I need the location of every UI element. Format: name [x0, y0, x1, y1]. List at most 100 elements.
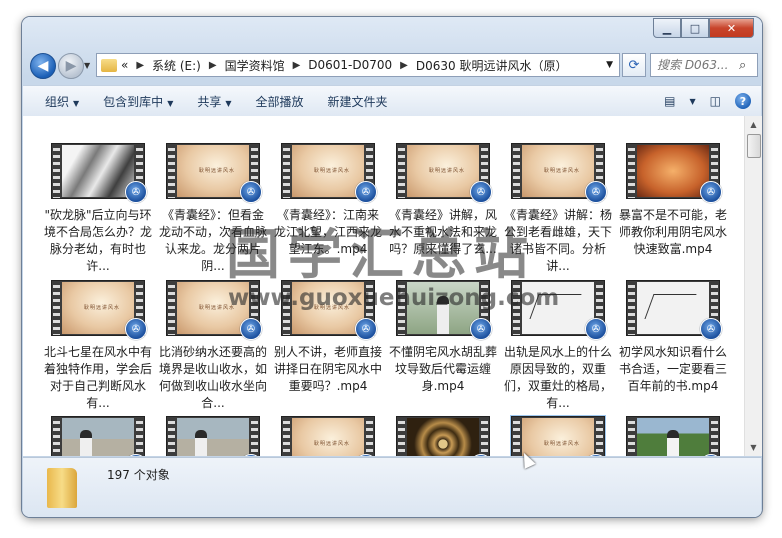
arrow-right-icon: ▶ — [65, 58, 77, 74]
scroll-down-icon[interactable]: ▼ — [745, 439, 762, 456]
file-tile[interactable]: 耿明远讲风水 ✇ 北斗七星在风水中有着独特作用，学会后对于自己判断风水有... — [44, 280, 152, 412]
person-figure — [80, 430, 92, 456]
video-thumbnail[interactable]: ✇ — [166, 416, 262, 456]
video-thumbnail[interactable]: ✇ — [51, 416, 147, 456]
thumbnail-frame: 耿明远讲风水 — [522, 418, 594, 456]
thumbnail-frame: 耿明远讲风水 — [407, 145, 479, 197]
file-name: 出轨是风水上的什么原因导致的，双重们，双重灶的格局，有... — [504, 345, 612, 410]
video-thumbnail[interactable]: 耿明远讲风水✇ — [510, 415, 607, 456]
video-thumbnail[interactable]: ✇ — [51, 143, 147, 203]
video-thumbnail[interactable]: ✇ — [626, 143, 722, 203]
address-bar[interactable]: « ▶ 系统 (E:) ▶ 国学资料馆 ▶ D0601-D0700 ▶ D063… — [96, 53, 620, 77]
thumbnail-frame — [407, 418, 479, 456]
chevron-down-icon[interactable]: ▼ — [690, 97, 696, 106]
recent-pages-dropdown[interactable]: ▼ — [84, 61, 90, 70]
breadcrumb-drive[interactable]: 系统 (E:) — [152, 57, 201, 74]
file-tile[interactable]: ✇ — [389, 416, 497, 456]
media-player-icon: ✇ — [125, 181, 147, 203]
video-thumbnail[interactable]: 耿明远讲风水✇ — [166, 143, 262, 203]
thumbnail-frame: 耿明远讲风水 — [292, 418, 364, 456]
chevron-right-icon[interactable]: ▶ — [400, 60, 408, 71]
media-player-icon: ✇ — [700, 181, 722, 203]
thumbnail-caption: 耿明远讲风水 — [429, 168, 466, 174]
include-library-label: 包含到库中 — [103, 94, 164, 109]
video-thumbnail[interactable]: ✇ — [626, 416, 722, 456]
vertical-scrollbar[interactable]: ▲ ▼ — [744, 116, 762, 456]
chevron-right-icon[interactable]: ▶ — [136, 60, 144, 71]
file-name: 别人不讲，老师直接讲择日在阴宅风水中重要吗？.mp4 — [274, 345, 382, 393]
media-player-icon: ✇ — [470, 181, 492, 203]
folder-icon — [47, 468, 77, 508]
chevron-down-icon: ▼ — [167, 98, 174, 108]
person-figure — [667, 430, 679, 456]
file-tile[interactable]: ✇ 初学风水知识看什么书合适，一定要看三百年前的书.mp4 — [619, 280, 727, 395]
breadcrumb-library[interactable]: 国学资料馆 — [225, 57, 285, 74]
video-thumbnail[interactable]: 耿明远讲风水 ✇ — [511, 143, 607, 203]
chevron-down-icon[interactable]: ▼ — [606, 60, 613, 70]
scroll-up-icon[interactable]: ▲ — [745, 116, 762, 133]
file-tile[interactable]: 耿明远讲风水✇ — [504, 415, 612, 456]
video-thumbnail[interactable]: 耿明远讲风水✇ — [51, 280, 147, 340]
thumbnail-frame — [62, 145, 134, 197]
file-tile[interactable]: 耿明远讲风水✇ — [274, 416, 382, 456]
back-button[interactable]: ◀ — [30, 53, 56, 79]
video-thumbnail[interactable]: 耿明远讲风水 ✇ — [396, 143, 492, 203]
media-player-icon: ✇ — [240, 318, 262, 340]
media-player-icon: ✇ — [355, 181, 377, 203]
watermark-url: www.guoxuehuizong.com — [228, 285, 560, 311]
film-strip-icon: 耿明远讲风水 — [281, 416, 375, 456]
file-tile[interactable]: ✇ — [159, 416, 267, 456]
chevron-right-icon[interactable]: ▶ — [209, 60, 217, 71]
thumbnail-frame: 耿明远讲风水 — [522, 145, 594, 197]
file-tile[interactable]: ✇ "砍龙脉"后立向与环境不合局怎么办？龙脉分老幼，有时也许... — [44, 143, 152, 275]
file-tile[interactable]: ✇ — [44, 416, 152, 456]
thumbnail-caption: 耿明远讲风水 — [544, 441, 581, 447]
search-input[interactable] — [651, 57, 739, 73]
breadcrumb-overflow[interactable]: « — [121, 58, 128, 72]
file-name: "砍龙脉"后立向与环境不合局怎么办？龙脉分老幼，有时也许... — [44, 208, 152, 273]
video-thumbnail[interactable]: ✇ — [396, 416, 492, 456]
thumbnail-frame: 耿明远讲风水 — [177, 145, 249, 197]
video-thumbnail[interactable]: 耿明远讲风水✇ — [281, 143, 377, 203]
media-player-icon: ✇ — [585, 318, 607, 340]
video-thumbnail[interactable]: ✇ — [626, 280, 722, 340]
include-library-button[interactable]: 包含到库中 ▼ — [91, 93, 185, 110]
video-thumbnail[interactable]: 耿明远讲风水✇ — [281, 416, 377, 456]
maximize-button[interactable]: □ — [681, 18, 709, 38]
forward-button[interactable]: ▶ — [58, 53, 84, 79]
minimize-button[interactable]: ▁ — [653, 18, 681, 38]
refresh-button[interactable]: ⟳ — [622, 53, 646, 77]
media-player-icon: ✇ — [125, 318, 147, 340]
chevron-down-icon: ▼ — [73, 98, 80, 108]
chevron-right-icon[interactable]: ▶ — [293, 60, 301, 71]
media-player-icon: ✇ — [700, 318, 722, 340]
play-all-button[interactable]: 全部播放 — [244, 93, 316, 110]
refresh-icon: ⟳ — [628, 57, 640, 73]
close-button[interactable]: ✕ — [709, 18, 754, 38]
thumbnail-frame — [637, 418, 709, 456]
search-box[interactable]: ⌕ — [650, 53, 758, 77]
help-icon[interactable]: ? — [735, 93, 751, 109]
view-options-icon[interactable]: ▤ — [664, 94, 675, 108]
file-name: 北斗七星在风水中有着独特作用，学会后对于自己判断风水有... — [44, 345, 152, 410]
preview-pane-icon[interactable]: ◫ — [710, 94, 721, 108]
caption-buttons: ▁ □ ✕ — [653, 18, 754, 38]
new-folder-button[interactable]: 新建文件夹 — [316, 93, 400, 110]
share-button[interactable]: 共享 ▼ — [185, 93, 243, 110]
watermark-title: 国学汇总站 — [226, 223, 536, 286]
breadcrumb-current[interactable]: D0630 耿明远讲风水（原） — [416, 57, 568, 74]
media-player-icon: ✇ — [585, 181, 607, 203]
film-strip-icon — [396, 416, 490, 456]
organize-button[interactable]: 组织 ▼ — [23, 93, 91, 110]
organize-label: 组织 — [45, 94, 70, 109]
search-icon[interactable]: ⌕ — [739, 58, 746, 73]
details-pane: 197 个对象 — [23, 457, 761, 517]
media-player-icon: ✇ — [240, 181, 262, 203]
thumbnail-caption: 耿明远讲风水 — [544, 168, 581, 174]
file-tile[interactable]: ✇ 暴富不是不可能，老师教你利用阴宅风水快速致富.mp4 — [619, 143, 727, 258]
breadcrumb-range[interactable]: D0601-D0700 — [308, 58, 392, 72]
thumbnail-frame: 耿明远讲风水 — [62, 282, 134, 334]
file-tile[interactable]: ✇ — [619, 416, 727, 456]
navigation-bar: ◀ ▶ ▼ « ▶ 系统 (E:) ▶ 国学资料馆 ▶ D0601-D0700 … — [28, 51, 758, 81]
scrollbar-thumb[interactable] — [747, 134, 761, 158]
